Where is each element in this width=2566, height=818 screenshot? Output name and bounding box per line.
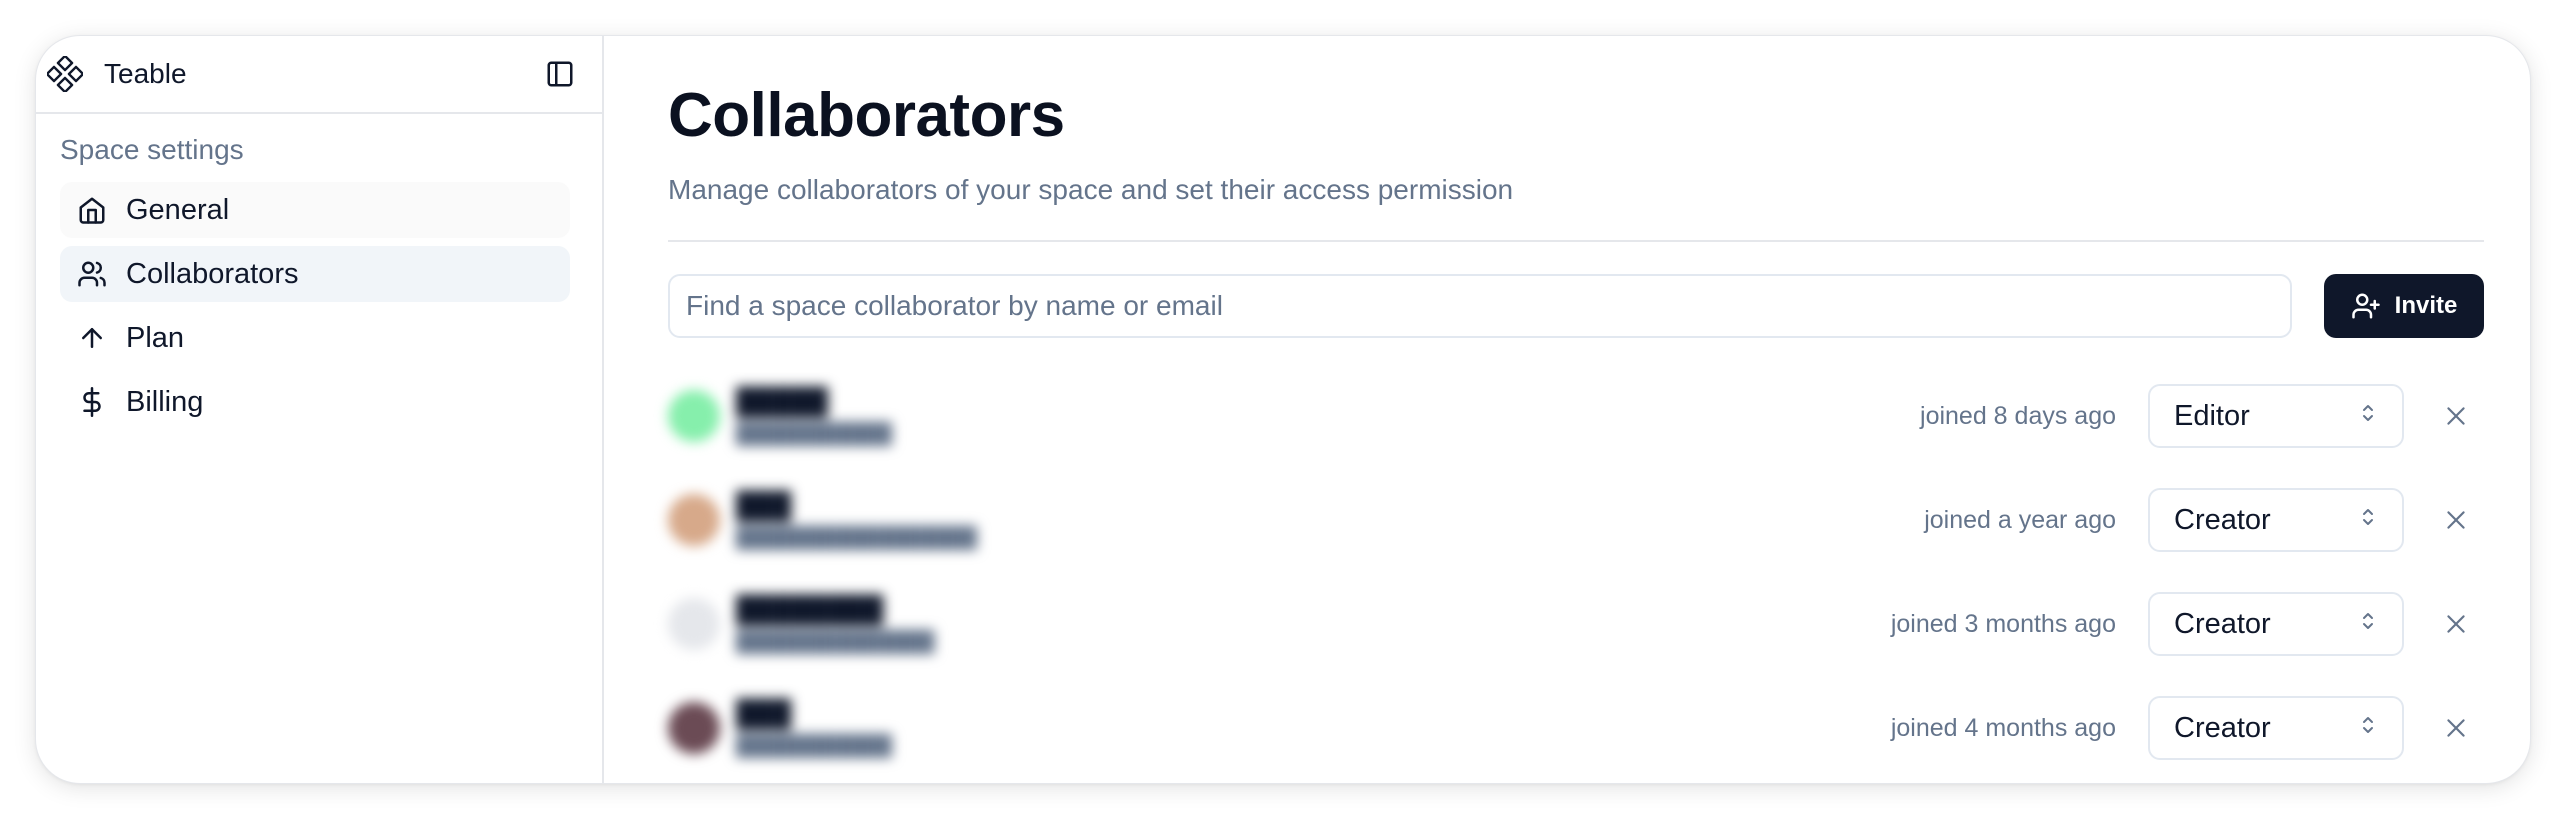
sidebar-header: Teable: [36, 36, 602, 114]
main-content: Collaborators Manage collaborators of yo…: [604, 36, 2530, 783]
search-input[interactable]: [668, 274, 2292, 339]
role-select[interactable]: Creator: [2148, 696, 2404, 761]
collaborator-email-redacted: ███████████: [736, 735, 892, 758]
sidebar-item-billing[interactable]: Billing: [60, 374, 570, 430]
sidebar-item-general[interactable]: General: [60, 182, 570, 238]
collaborator-row: ████████ ██████████████ joined 3 months …: [668, 572, 2484, 676]
dollar-icon: [76, 386, 108, 418]
remove-collaborator-icon[interactable]: [2428, 388, 2484, 444]
collaborator-identity: █████ ███████████: [668, 386, 1920, 446]
sidebar-toggle-icon[interactable]: [542, 56, 578, 92]
sidebar-item-label: Billing: [126, 385, 204, 418]
remove-collaborator-icon[interactable]: [2428, 492, 2484, 548]
brand-name[interactable]: Teable: [104, 58, 187, 90]
avatar: [668, 702, 720, 755]
sidebar-item-label: Collaborators: [126, 257, 299, 290]
collaborator-row: ███ ███████████ joined 4 months ago Crea…: [668, 676, 2484, 780]
page-title: Collaborators: [668, 81, 1065, 150]
role-value: Creator: [2174, 607, 2271, 640]
role-value: Creator: [2174, 503, 2271, 536]
collaborator-identity: ████████ ██████████████: [668, 594, 1891, 654]
teable-logo-icon[interactable]: [46, 55, 84, 93]
invite-button-label: Invite: [2394, 292, 2458, 320]
chevron-up-down-icon: [2358, 504, 2378, 537]
role-value: Creator: [2174, 711, 2271, 744]
users-icon: [76, 258, 108, 290]
divider: [668, 240, 2484, 243]
role-select[interactable]: Creator: [2148, 592, 2404, 657]
joined-date: joined 4 months ago: [1890, 713, 2116, 742]
home-icon: [76, 194, 108, 226]
sidebar-item-label: Plan: [126, 321, 185, 354]
user-plus-icon: [2351, 291, 2381, 321]
collaborator-identity: ███ ███████████: [668, 698, 1891, 758]
collaborator-name-redacted: ████████: [736, 594, 884, 625]
remove-collaborator-icon[interactable]: [2428, 596, 2484, 652]
collaborator-email-redacted: ██████████████: [736, 631, 935, 654]
chevron-up-down-icon: [2358, 400, 2378, 433]
app-window: Teable Space settings General Collaborat…: [36, 36, 2530, 783]
sidebar-section-title: Space settings: [60, 134, 244, 165]
collaborator-name-redacted: █████: [736, 386, 829, 417]
collaborator-email-redacted: █████████████████: [736, 527, 977, 550]
role-select[interactable]: Creator: [2148, 488, 2404, 553]
collaborator-list: █████ ███████████ joined 8 days ago Edit…: [668, 364, 2484, 780]
role-select[interactable]: Editor: [2148, 384, 2404, 449]
joined-date: joined 3 months ago: [1890, 609, 2116, 638]
joined-date: joined 8 days ago: [1920, 401, 2116, 430]
collaborator-row: ███ █████████████████ joined a year ago …: [668, 468, 2484, 572]
sidebar: Teable Space settings General Collaborat…: [36, 36, 604, 783]
invite-button[interactable]: Invite: [2324, 274, 2484, 339]
avatar: [668, 598, 720, 651]
sidebar-item-label: General: [126, 193, 230, 226]
avatar: [668, 390, 720, 443]
sidebar-item-collaborators[interactable]: Collaborators: [60, 246, 570, 302]
page-description: Manage collaborators of your space and s…: [668, 174, 1514, 206]
chevron-up-down-icon: [2358, 608, 2378, 641]
arrow-up-icon: [76, 322, 108, 354]
chevron-up-down-icon: [2358, 712, 2378, 745]
collaborator-identity: ███ █████████████████: [668, 490, 1924, 550]
collaborator-name-redacted: ███: [736, 490, 792, 521]
sidebar-item-plan[interactable]: Plan: [60, 310, 570, 366]
remove-collaborator-icon[interactable]: [2428, 700, 2484, 756]
collaborator-row: █████ ███████████ joined 8 days ago Edit…: [668, 364, 2484, 468]
sidebar-nav: General Collaborators Plan Billing: [60, 182, 570, 430]
search-row: Invite: [668, 274, 2484, 339]
avatar: [668, 494, 720, 547]
collaborator-name-redacted: ███: [736, 698, 792, 729]
collaborator-email-redacted: ███████████: [736, 423, 892, 446]
joined-date: joined a year ago: [1924, 505, 2116, 534]
role-value: Editor: [2174, 399, 2250, 432]
